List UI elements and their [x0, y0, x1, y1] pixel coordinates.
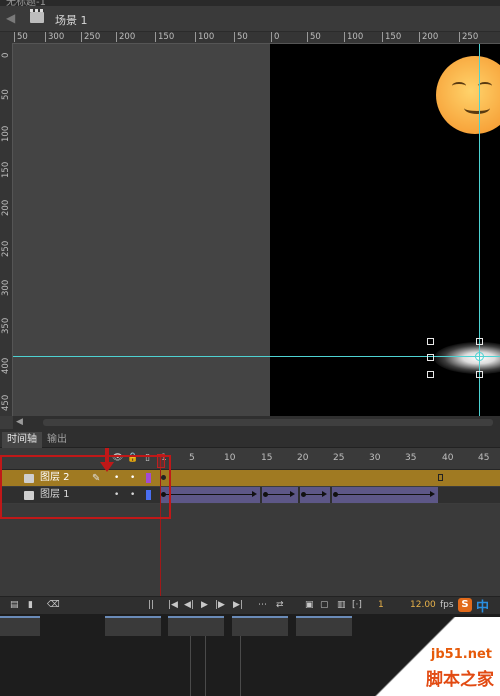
tab-output[interactable]: 输出 — [42, 432, 72, 448]
delete-icon[interactable]: ⌫ — [47, 600, 60, 610]
sun-eye — [478, 82, 492, 90]
play-icon[interactable]: ▶ — [201, 600, 208, 610]
registration-point[interactable] — [475, 352, 484, 361]
first-frame-icon[interactable]: |◀ — [168, 600, 178, 610]
transform-handle[interactable] — [476, 338, 483, 345]
highlight-box — [0, 455, 171, 519]
ime-mode-icon[interactable]: 中 — [476, 596, 489, 615]
step-back-icon[interactable]: ◀| — [184, 600, 194, 610]
sun-mouth — [464, 102, 490, 114]
transform-handle[interactable] — [427, 338, 434, 345]
keyframe[interactable] — [263, 492, 268, 497]
transform-handle[interactable] — [427, 371, 434, 378]
layer-frames[interactable] — [160, 487, 500, 503]
ruler-tick: 100 — [344, 32, 363, 42]
watermark: jb51.net 脚本之家 — [355, 617, 500, 696]
frame-number-ruler[interactable]: 1 5 10 15 20 25 30 35 40 45 — [160, 448, 500, 470]
transform-handle[interactable] — [427, 354, 434, 361]
ruler-tick: 300 — [1, 279, 11, 296]
layer-frames[interactable] — [160, 470, 500, 486]
frame-number: 30 — [369, 453, 381, 463]
sogou-ime-icon[interactable]: S — [458, 598, 472, 612]
watermark-name: 脚本之家 — [426, 670, 494, 690]
vertical-ruler[interactable]: 0 50 100 150 200 250 300 350 400 450 — [0, 44, 13, 416]
last-frame-icon[interactable]: ▶| — [233, 600, 243, 610]
ruler-tick: 450 — [1, 394, 11, 411]
panel-tab-bar: 时间轴 输出 — [0, 429, 500, 448]
motion-tween-span[interactable] — [332, 487, 438, 503]
frame-number: 5 — [189, 453, 195, 463]
ruler-tick: 100 — [195, 32, 214, 42]
scroll-left-icon[interactable]: ◀ — [16, 417, 23, 427]
frame-rate[interactable]: 12.00 — [410, 600, 436, 610]
current-frame[interactable]: 1 — [378, 600, 384, 610]
taskbar-divider — [205, 636, 206, 696]
end-frame[interactable] — [438, 474, 443, 481]
ruler-tick: 250 — [459, 32, 478, 42]
ruler-tick: 200 — [1, 199, 11, 216]
ruler-tick: 400 — [1, 357, 11, 374]
edit-multiple-frames-icon[interactable]: ▥ — [337, 600, 346, 610]
ruler-tick: 250 — [1, 240, 11, 257]
frame-number: 15 — [261, 453, 273, 463]
center-frame-icon[interactable]: ⋯ — [258, 600, 267, 610]
taskbar-button[interactable] — [232, 616, 288, 636]
annotation-arrow-head — [100, 462, 114, 472]
ruler-tick: 150 — [155, 32, 174, 42]
ruler-tick: 250 — [81, 32, 100, 42]
watermark-domain: jb51.net — [430, 647, 492, 662]
onion-outline-icon[interactable]: ▢ — [320, 600, 329, 610]
frame-number: 45 — [478, 453, 490, 463]
taskbar-button[interactable] — [168, 616, 224, 636]
fps-unit: fps — [440, 600, 454, 610]
ruler-tick: 100 — [1, 125, 11, 142]
sun-eye — [452, 82, 466, 90]
tab-timeline[interactable]: 时间轴 — [2, 432, 42, 448]
transform-handle[interactable] — [476, 371, 483, 378]
modify-markers-icon[interactable]: [‧] — [352, 600, 362, 610]
timeline-controls: ▤ ▮ ⌫ || |◀ ◀| ▶ |▶ ▶| ⋯ ⇄ ▣ ▢ ▥ [‧] 1 1… — [0, 596, 500, 614]
onion-skin-icon[interactable]: ▣ — [305, 600, 314, 610]
ruler-tick: 200 — [419, 32, 438, 42]
clapboard-icon — [30, 9, 44, 23]
scene-label[interactable]: 场景 1 — [55, 12, 88, 28]
ruler-corner — [0, 32, 12, 44]
ruler-tick: 50 — [1, 89, 11, 100]
motion-tween-span[interactable] — [160, 487, 260, 503]
loop-icon[interactable]: ⇄ — [276, 600, 284, 610]
keyframe[interactable] — [333, 492, 338, 497]
scrollbar-thumb[interactable] — [43, 419, 493, 426]
frame-number: 10 — [224, 453, 236, 463]
ruler-tick: 50 — [234, 32, 248, 42]
taskbar-button[interactable] — [105, 616, 161, 636]
ruler-tick: 0 — [271, 32, 279, 42]
taskbar-divider — [190, 636, 191, 696]
panel-divider-icon: || — [148, 600, 155, 610]
taskbar-button[interactable] — [0, 616, 40, 636]
ruler-tick: 300 — [45, 32, 64, 42]
ruler-tick: 200 — [116, 32, 135, 42]
keyframe[interactable] — [301, 492, 306, 497]
new-layer-icon[interactable]: ▤ — [10, 600, 19, 610]
frame-number: 20 — [297, 453, 309, 463]
new-folder-icon[interactable]: ▮ — [28, 600, 33, 610]
ruler-tick: 50 — [307, 32, 321, 42]
arrow-left-icon[interactable]: ◀ — [6, 11, 15, 25]
stage-horizontal-scrollbar[interactable]: ◀ — [13, 416, 500, 429]
ruler-tick: 0 — [1, 52, 11, 58]
ruler-tick: 50 — [14, 32, 28, 42]
ruler-tick: 150 — [1, 161, 11, 178]
step-forward-icon[interactable]: |▶ — [215, 600, 225, 610]
horizontal-ruler[interactable]: 50 300 250 200 150 100 50 0 50 100 150 2… — [12, 32, 500, 44]
ruler-tick: 350 — [1, 317, 11, 334]
frame-number: 25 — [333, 453, 345, 463]
edit-bar: ◀ 场景 1 — [0, 6, 500, 32]
frame-number: 35 — [405, 453, 417, 463]
ruler-tick: 150 — [382, 32, 401, 42]
taskbar-button[interactable] — [296, 616, 352, 636]
frame-number: 40 — [442, 453, 454, 463]
taskbar-divider — [240, 636, 241, 696]
